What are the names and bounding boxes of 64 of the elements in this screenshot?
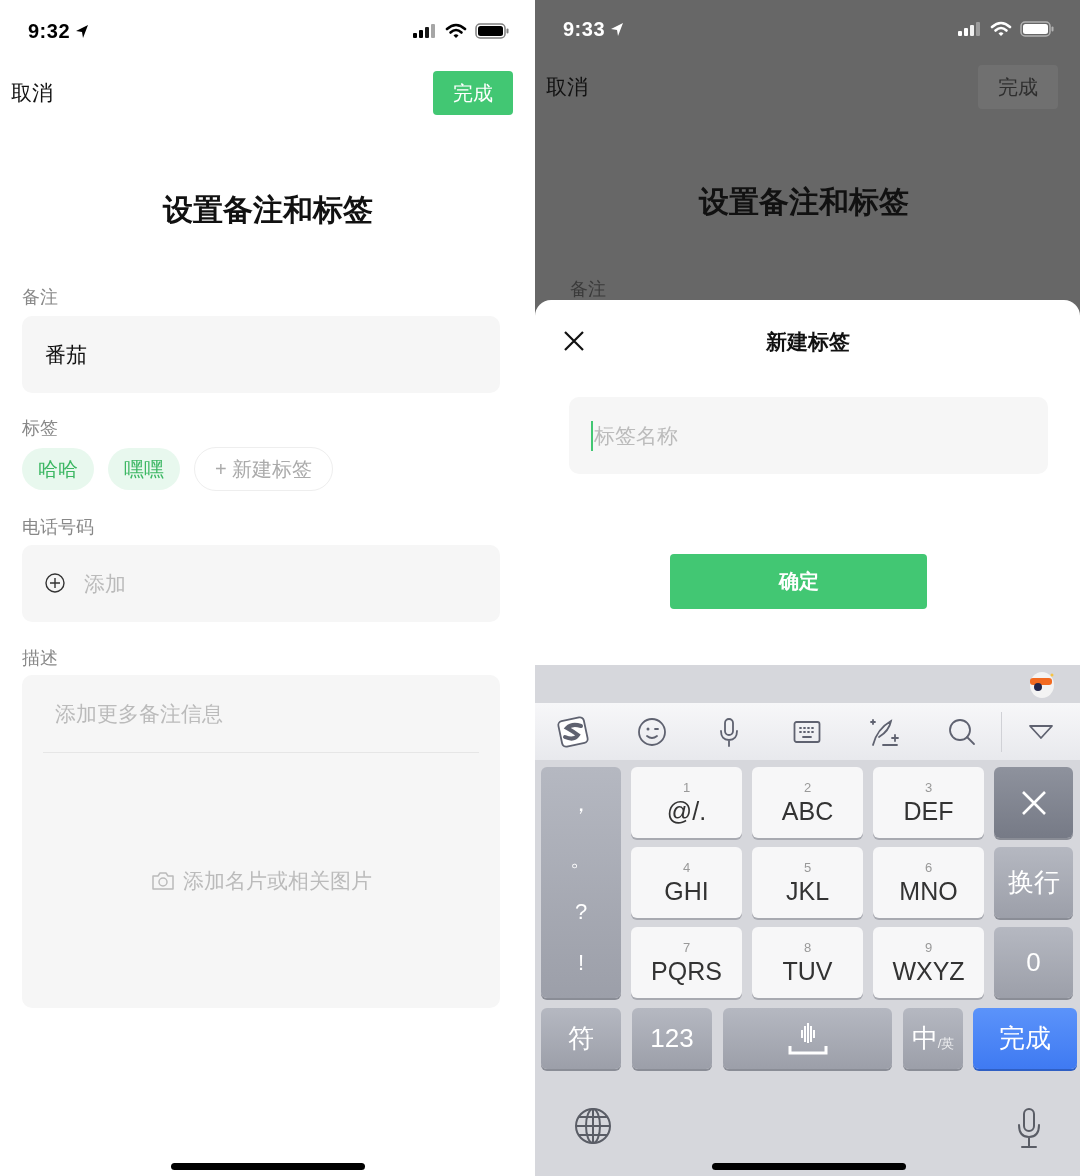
mascot-icon[interactable] xyxy=(1028,669,1056,699)
tag-name-field[interactable]: 标签名称 xyxy=(569,397,1048,474)
wifi-icon xyxy=(990,21,1012,37)
emoji-icon[interactable] xyxy=(636,716,667,747)
field-label: 描述 xyxy=(22,647,58,669)
key[interactable]: 5 JKL xyxy=(752,847,863,918)
key[interactable]: 符 xyxy=(541,1008,621,1069)
cancel-button[interactable]: 取消 xyxy=(11,79,53,107)
done-button[interactable]: 完成 xyxy=(433,71,513,115)
tag-chip[interactable]: 嘿嘿 xyxy=(108,448,180,490)
done-key[interactable]: 完成 xyxy=(973,1008,1077,1069)
punctuation-key[interactable]: 。 xyxy=(570,844,592,875)
key[interactable]: 4 GHI xyxy=(631,847,742,918)
sheet-title: 新建标签 xyxy=(765,329,850,355)
field-label: 电话号码 xyxy=(22,516,94,538)
battery-icon xyxy=(1020,21,1054,37)
language-key[interactable]: 中/英 xyxy=(903,1008,963,1069)
cancel-button[interactable]: 取消 xyxy=(546,73,588,101)
quill-icon[interactable] xyxy=(868,716,901,747)
page-title: 设置备注和标签 xyxy=(698,184,909,220)
wifi-icon xyxy=(445,23,467,39)
globe-icon[interactable] xyxy=(574,1107,612,1145)
text-cursor xyxy=(591,421,593,451)
punctuation-key[interactable]: ， xyxy=(570,789,592,820)
add-image-button[interactable]: 添加名片或相关图片 xyxy=(144,865,378,896)
key[interactable]: 2 ABC xyxy=(752,767,863,838)
signal-icon xyxy=(958,21,982,37)
collapse-triangle-icon[interactable] xyxy=(1028,723,1055,740)
close-icon xyxy=(563,330,585,352)
delete-key[interactable] xyxy=(994,767,1073,838)
key[interactable]: 8 TUV xyxy=(752,927,863,998)
confirm-button[interactable]: 确定 xyxy=(670,554,927,609)
description-field[interactable]: 添加更多备注信息 xyxy=(43,675,479,753)
signal-icon xyxy=(413,23,437,39)
punctuation-key[interactable]: ? xyxy=(574,898,588,925)
key[interactable]: 换行 xyxy=(994,847,1073,918)
microphone-icon[interactable] xyxy=(1016,1107,1042,1149)
location-arrow-icon xyxy=(75,23,90,39)
location-arrow-icon xyxy=(610,21,625,37)
key[interactable]: 3 DEF xyxy=(873,767,984,838)
key[interactable]: 7 PQRS xyxy=(631,927,742,998)
key[interactable]: 6 MNO xyxy=(873,847,984,918)
status-time: 9:32 xyxy=(28,19,71,43)
key[interactable]: 9 WXYZ xyxy=(873,927,984,998)
field-label: 标签 xyxy=(22,417,58,439)
status-time: 9:33 xyxy=(563,17,606,41)
keyboard-icon[interactable] xyxy=(793,719,821,744)
camera-icon xyxy=(150,870,175,891)
battery-icon xyxy=(475,23,509,39)
key[interactable]: 1 @/. xyxy=(631,767,742,838)
close-button[interactable] xyxy=(563,330,585,352)
tag-chip[interactable]: 哈哈 xyxy=(22,448,94,490)
new-tag-button[interactable]: + 新建标签 xyxy=(194,447,334,491)
phone-field[interactable]: 添加 xyxy=(22,545,500,622)
punctuation-key[interactable]: ! xyxy=(577,949,585,976)
field-label: 备注 xyxy=(22,286,58,308)
search-icon[interactable] xyxy=(948,717,977,746)
space-key[interactable] xyxy=(723,1008,892,1069)
add-circle-icon[interactable] xyxy=(45,573,65,593)
key[interactable]: 0 xyxy=(994,927,1073,998)
close-icon xyxy=(1020,789,1047,816)
key[interactable]: 123 xyxy=(632,1008,712,1069)
remark-field[interactable]: 番茄 xyxy=(22,316,500,393)
page-title: 设置备注和标签 xyxy=(162,192,373,228)
